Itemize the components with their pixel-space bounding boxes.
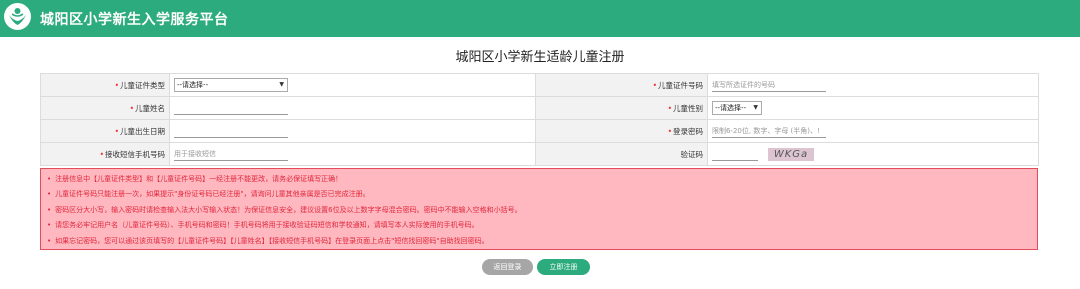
gender-select[interactable]: --请选择-- ▼: [712, 101, 762, 115]
notice-item: • 儿童证件号码只能注册一次，如果提示"身份证号码已经注册"，请询问儿童其他亲属是…: [47, 190, 370, 199]
logo-icon: [4, 3, 31, 30]
gender-label: •儿童性别: [535, 96, 708, 120]
notice-item: • 请您务必牢记用户名（儿童证件号码）、手机号码和密码！手机号码将用于接收验证码短…: [47, 221, 479, 230]
password-input[interactable]: 限制6-20位, 数字、字母 (半角)、!: [712, 124, 826, 138]
name-label: •儿童姓名: [40, 96, 170, 120]
form-row: •儿童证件类型 --请选择-- ▼ •儿童证件号码 填写所选证件的号码: [40, 73, 1039, 97]
top-header: 城阳区小学新生入学服务平台: [0, 0, 1080, 37]
notice-item: • 密码区分大小写，输入密码时请检查输入法大小写输入状态！为保证信息安全，建议设置…: [47, 205, 522, 214]
form-row: •儿童出生日期 •登录密码 限制6-20位, 数字、字母 (半角)、!: [40, 119, 1039, 143]
id-number-label: •儿童证件号码: [535, 73, 708, 97]
id-type-select[interactable]: --请选择-- ▼: [174, 78, 288, 92]
password-label: •登录密码: [535, 119, 708, 143]
captcha-image[interactable]: WKGa: [768, 147, 814, 161]
captcha-label: 验证码: [535, 142, 708, 166]
register-button[interactable]: 立即注册: [537, 259, 590, 275]
page-title: 城阳区小学新生适龄儿童注册: [455, 50, 625, 65]
name-input[interactable]: [174, 101, 288, 115]
birthdate-label: •儿童出生日期: [40, 119, 170, 143]
form-row: •接收短信手机号码 用于接收短信 验证码 WKGa: [40, 142, 1039, 166]
chevron-down-icon: ▼: [279, 81, 284, 88]
notice-item: • 如果忘记密码，您可以通过该页填写的【儿童证件号码】【儿童姓名】【接收短信手机号…: [47, 236, 489, 245]
notice-box: • 注册信息中【儿童证件类型】和【儿童证件号码】一经注册不能更改，请务必保证填写正…: [40, 168, 1038, 250]
captcha-input[interactable]: [712, 147, 758, 161]
chevron-down-icon: ▼: [753, 104, 758, 111]
notice-item: • 注册信息中【儿童证件类型】和【儿童证件号码】一经注册不能更改，请务必保证填写正…: [47, 175, 343, 183]
form-row: •儿童姓名 •儿童性别 --请选择-- ▼: [40, 96, 1039, 120]
birthdate-input[interactable]: [174, 124, 288, 138]
site-title: 城阳区小学新生入学服务平台: [40, 12, 229, 28]
phone-input[interactable]: 用于接收短信: [174, 147, 288, 161]
back-to-login-button[interactable]: 返回登录: [482, 259, 533, 275]
id-number-input[interactable]: 填写所选证件的号码: [712, 78, 826, 92]
id-type-label: •儿童证件类型: [40, 73, 170, 97]
phone-label: •接收短信手机号码: [40, 142, 170, 166]
registration-form: •儿童证件类型 --请选择-- ▼ •儿童证件号码 填写所选证件的号码 •儿童姓名…: [40, 73, 1039, 166]
